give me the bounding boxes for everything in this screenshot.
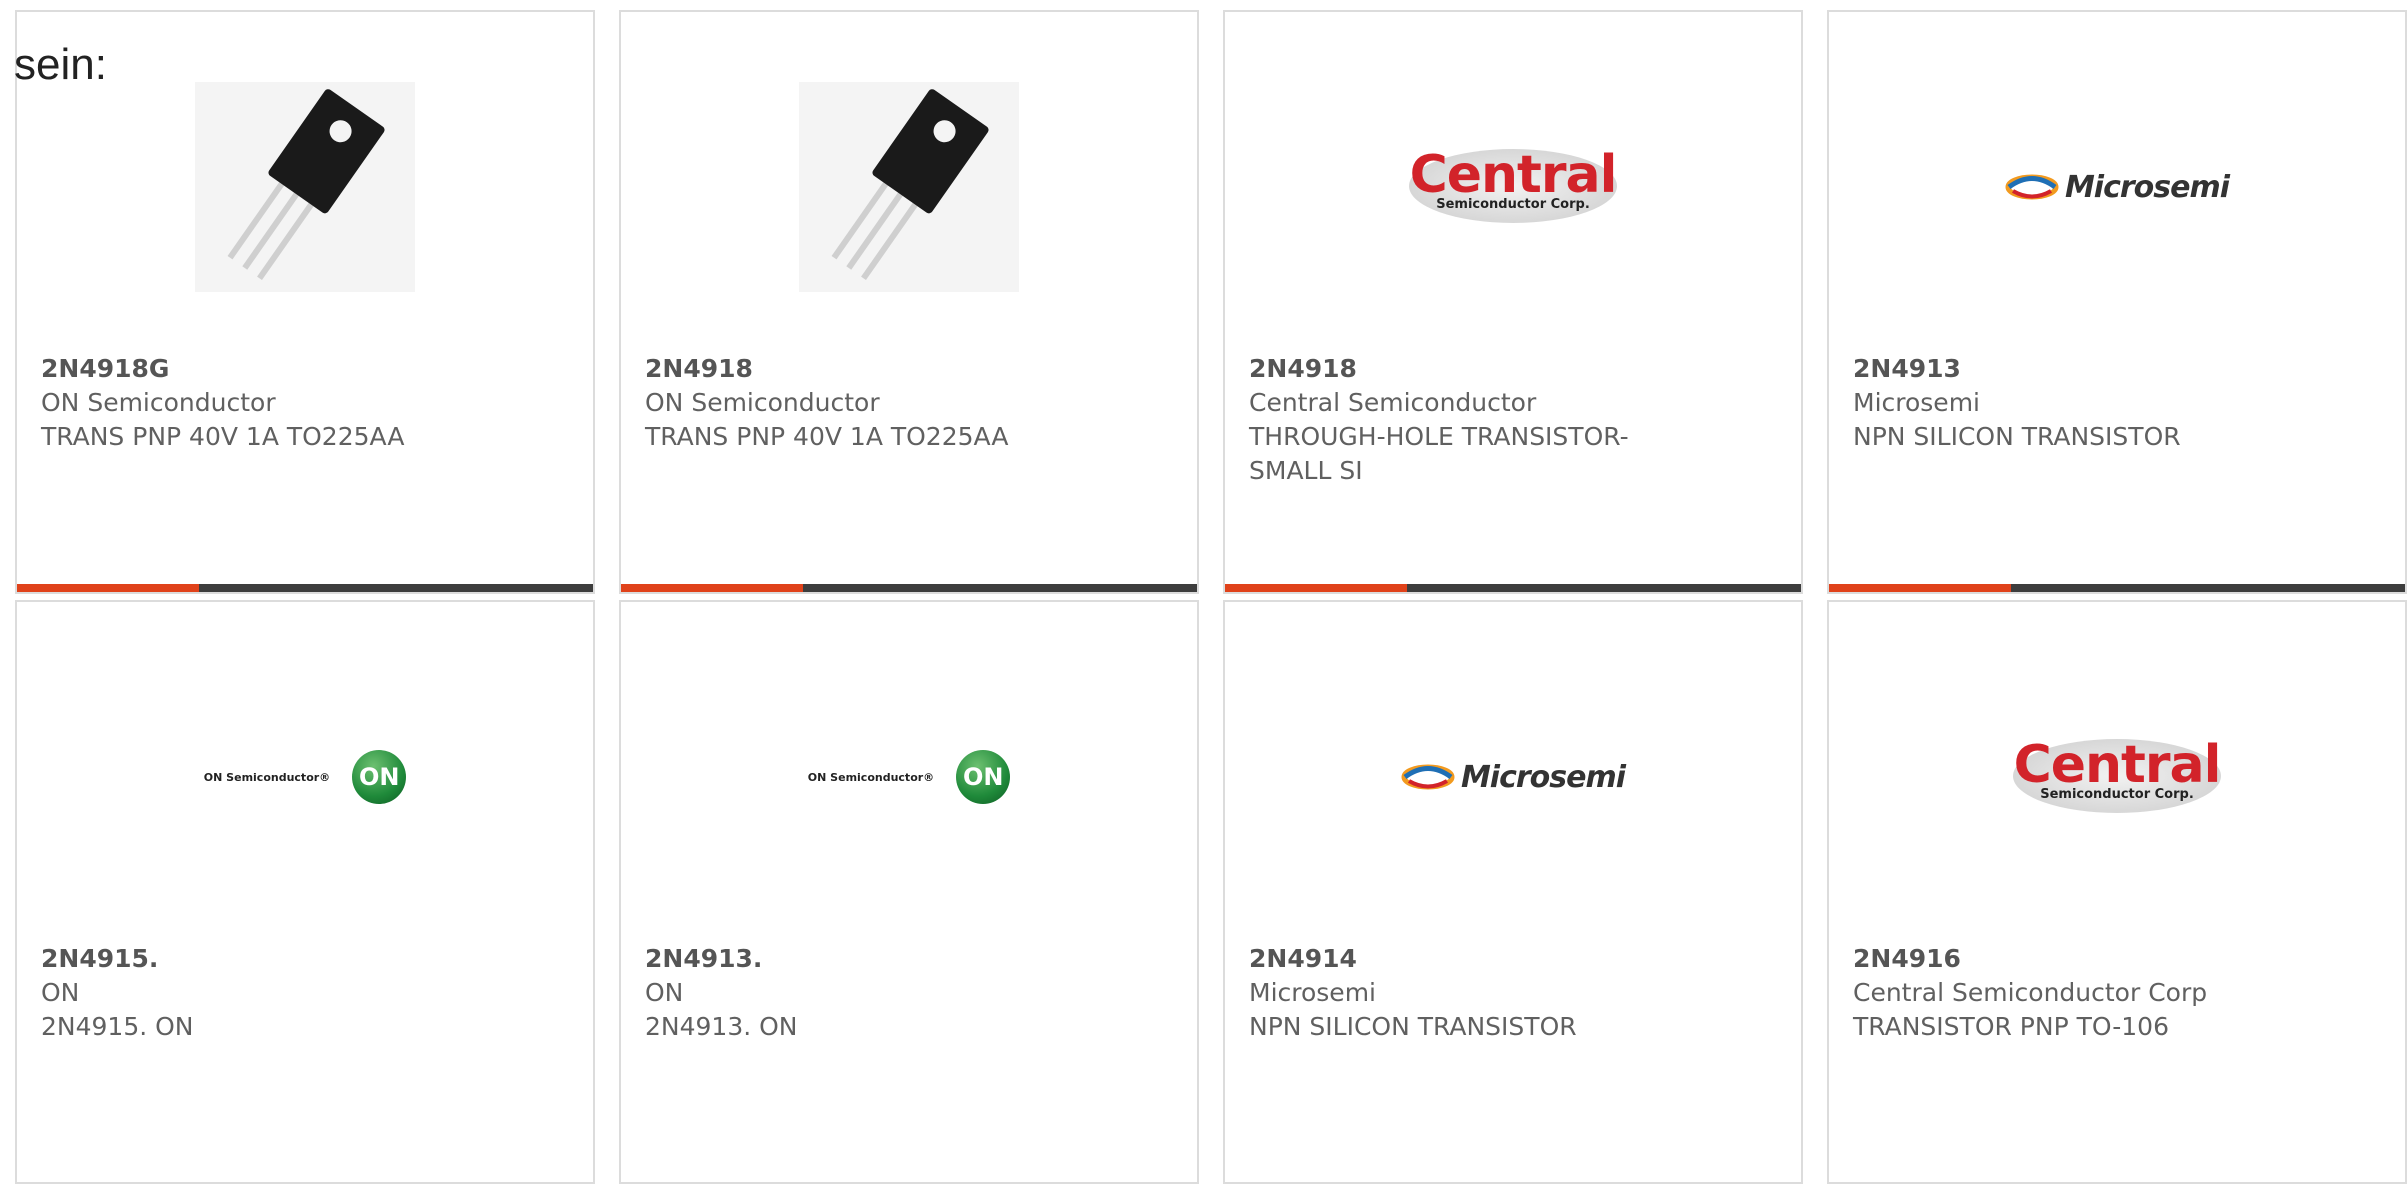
card-footer-bar — [621, 584, 1197, 592]
onsemi-logo-icon: ON Semiconductor® ON — [204, 750, 407, 804]
product-card[interactable]: Microsemi 2N4913 Microsemi NPN SILICON T… — [1827, 10, 2407, 594]
manufacturer: Microsemi — [1853, 388, 1980, 417]
description: NPN SILICON TRANSISTOR — [1853, 422, 2181, 451]
product-image: ON Semiconductor® ON — [17, 662, 593, 892]
part-number[interactable]: 2N4918 — [1249, 352, 1669, 386]
product-grid: 2N4918G ON Semiconductor TRANS PNP 40V 1… — [15, 10, 2407, 1184]
description: TRANSISTOR PNP TO-106 — [1853, 1012, 2169, 1041]
description: TRANS PNP 40V 1A TO225AA — [41, 422, 405, 451]
product-info: 2N4918G ON Semiconductor TRANS PNP 40V 1… — [41, 352, 461, 454]
part-number[interactable]: 2N4918G — [41, 352, 461, 386]
part-number[interactable]: 2N4914 — [1249, 942, 1669, 976]
product-info: 2N4918 Central Semiconductor THROUGH-HOL… — [1249, 352, 1669, 488]
product-info: 2N4913 Microsemi NPN SILICON TRANSISTOR — [1853, 352, 2273, 454]
manufacturer: ON — [41, 978, 80, 1007]
manufacturer: ON — [645, 978, 684, 1007]
product-image: ON Semiconductor® ON — [621, 662, 1197, 892]
intro-text: sein: — [14, 40, 107, 89]
transistor-photo-icon — [195, 82, 415, 292]
microsemi-logo-icon: Microsemi — [1401, 760, 1626, 795]
card-footer-bar — [1225, 584, 1801, 592]
product-image: Central Semiconductor Corp. — [1225, 72, 1801, 302]
product-info: 2N4913. ON 2N4913. ON — [645, 942, 1065, 1044]
product-info: 2N4916 Central Semiconductor Corp TRANSI… — [1853, 942, 2273, 1044]
product-image: Microsemi — [1225, 662, 1801, 892]
product-card[interactable]: 2N4918G ON Semiconductor TRANS PNP 40V 1… — [15, 10, 595, 594]
part-number[interactable]: 2N4916 — [1853, 942, 2273, 976]
central-logo-icon: Central Semiconductor Corp. — [1403, 147, 1623, 227]
part-number[interactable]: 2N4918 — [645, 352, 1065, 386]
product-image: Central Semiconductor Corp. — [1829, 662, 2405, 892]
product-info: 2N4915. ON 2N4915. ON — [41, 942, 461, 1044]
product-info: 2N4914 Microsemi NPN SILICON TRANSISTOR — [1249, 942, 1669, 1044]
description: THROUGH-HOLE TRANSISTOR-SMALL SI — [1249, 422, 1629, 485]
product-card[interactable]: Microsemi 2N4914 Microsemi NPN SILICON T… — [1223, 600, 1803, 1184]
transistor-photo-icon — [799, 82, 1019, 292]
description: 2N4915. ON — [41, 1012, 194, 1041]
product-info: 2N4918 ON Semiconductor TRANS PNP 40V 1A… — [645, 352, 1065, 454]
part-number[interactable]: 2N4913. — [645, 942, 1065, 976]
product-image — [17, 72, 593, 302]
product-card[interactable]: 2N4918 ON Semiconductor TRANS PNP 40V 1A… — [619, 10, 1199, 594]
onsemi-logo-icon: ON Semiconductor® ON — [808, 750, 1011, 804]
manufacturer: ON Semiconductor — [645, 388, 880, 417]
product-image — [621, 72, 1197, 302]
product-card[interactable]: ON Semiconductor® ON 2N4915. ON 2N4915. … — [15, 600, 595, 1184]
card-footer-bar — [1829, 584, 2405, 592]
central-logo-icon: Central Semiconductor Corp. — [2007, 737, 2227, 817]
microsemi-logo-icon: Microsemi — [2005, 170, 2230, 205]
manufacturer: Microsemi — [1249, 978, 1376, 1007]
description: 2N4913. ON — [645, 1012, 798, 1041]
manufacturer: Central Semiconductor Corp — [1853, 978, 2208, 1007]
manufacturer: ON Semiconductor — [41, 388, 276, 417]
part-number[interactable]: 2N4915. — [41, 942, 461, 976]
product-card[interactable]: Central Semiconductor Corp. 2N4916 Centr… — [1827, 600, 2407, 1184]
card-footer-bar — [17, 584, 593, 592]
product-card[interactable]: ON Semiconductor® ON 2N4913. ON 2N4913. … — [619, 600, 1199, 1184]
part-number[interactable]: 2N4913 — [1853, 352, 2273, 386]
manufacturer: Central Semiconductor — [1249, 388, 1537, 417]
product-card[interactable]: Central Semiconductor Corp. 2N4918 Centr… — [1223, 10, 1803, 594]
product-image: Microsemi — [1829, 72, 2405, 302]
description: NPN SILICON TRANSISTOR — [1249, 1012, 1577, 1041]
description: TRANS PNP 40V 1A TO225AA — [645, 422, 1009, 451]
